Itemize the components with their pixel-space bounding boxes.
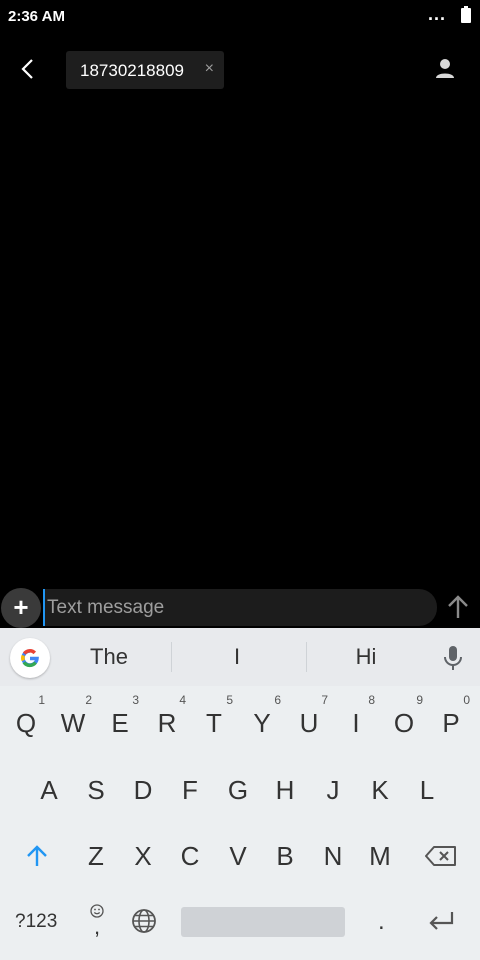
key-d[interactable]: D xyxy=(120,762,166,818)
send-arrow-icon xyxy=(448,595,468,618)
back-arrow-icon xyxy=(21,59,33,79)
send-button[interactable] xyxy=(446,594,470,620)
key-c[interactable]: C xyxy=(167,828,213,884)
key-z[interactable]: Z xyxy=(73,828,119,884)
key-b[interactable]: B xyxy=(262,828,308,884)
comma-label: , xyxy=(94,914,101,939)
key-u[interactable]: U7 xyxy=(286,693,332,751)
key-i[interactable]: I8 xyxy=(333,693,379,751)
space-key[interactable] xyxy=(181,907,345,937)
key-o[interactable]: O9 xyxy=(381,693,427,751)
key-x[interactable]: X xyxy=(120,828,166,884)
emoji-comma-key[interactable]: , xyxy=(86,904,108,939)
key-s[interactable]: S xyxy=(73,762,119,818)
add-attachment-button[interactable]: + xyxy=(1,588,41,628)
person-icon xyxy=(436,59,454,78)
enter-arrow-icon xyxy=(429,912,454,930)
key-n[interactable]: N xyxy=(310,828,356,884)
key-r[interactable]: R4 xyxy=(144,693,190,751)
key-l[interactable]: L xyxy=(404,762,450,818)
key-j[interactable]: J xyxy=(310,762,356,818)
keyboard: The I Hi Q1 W2 E3 R4 T5 Y6 U7 I8 O9 P0 A… xyxy=(0,628,480,960)
enter-key[interactable] xyxy=(427,909,455,933)
suggestion-2[interactable]: I xyxy=(200,644,274,670)
language-key[interactable] xyxy=(131,908,157,934)
suggestion-strip: The I Hi xyxy=(0,628,480,686)
key-p[interactable]: P0 xyxy=(428,693,474,751)
google-g-icon xyxy=(21,649,39,668)
key-t[interactable]: T5 xyxy=(191,693,237,751)
key-f[interactable]: F xyxy=(167,762,213,818)
back-button[interactable] xyxy=(14,55,42,83)
backspace-icon xyxy=(425,846,456,866)
microphone-icon xyxy=(444,646,462,670)
key-a[interactable]: A xyxy=(26,762,72,818)
remove-recipient-button[interactable]: × xyxy=(205,60,214,78)
key-m[interactable]: M xyxy=(357,828,403,884)
contact-button[interactable] xyxy=(432,56,458,82)
key-e[interactable]: E3 xyxy=(97,693,143,751)
key-y[interactable]: Y6 xyxy=(239,693,285,751)
suggestion-1[interactable]: The xyxy=(72,644,146,670)
period-key[interactable]: . xyxy=(378,908,385,936)
suggestion-divider xyxy=(306,642,307,672)
symbols-key[interactable]: ?123 xyxy=(15,911,57,933)
shift-key[interactable] xyxy=(14,828,60,884)
globe-icon xyxy=(132,909,156,933)
backspace-key[interactable] xyxy=(418,828,464,884)
recipient-chip[interactable]: 18730218809 × xyxy=(66,51,224,89)
recipient-number: 18730218809 xyxy=(80,61,185,80)
text-message-input[interactable] xyxy=(43,589,427,626)
key-v[interactable]: V xyxy=(215,828,261,884)
battery-icon xyxy=(461,6,471,23)
google-button[interactable] xyxy=(10,638,50,678)
key-g[interactable]: G xyxy=(215,762,261,818)
status-time: 2:36 AM xyxy=(8,8,65,25)
key-h[interactable]: H xyxy=(262,762,308,818)
voice-input-button[interactable] xyxy=(442,644,464,672)
key-k[interactable]: K xyxy=(357,762,403,818)
notification-overflow-icon: ... xyxy=(427,4,446,24)
key-q[interactable]: Q1 xyxy=(3,693,49,751)
message-box xyxy=(43,589,437,626)
shift-arrow-icon xyxy=(27,845,47,866)
status-bar: 2:36 AM ... xyxy=(0,0,480,34)
suggestion-divider xyxy=(171,642,172,672)
suggestion-3[interactable]: Hi xyxy=(329,644,403,670)
key-w[interactable]: W2 xyxy=(50,693,96,751)
